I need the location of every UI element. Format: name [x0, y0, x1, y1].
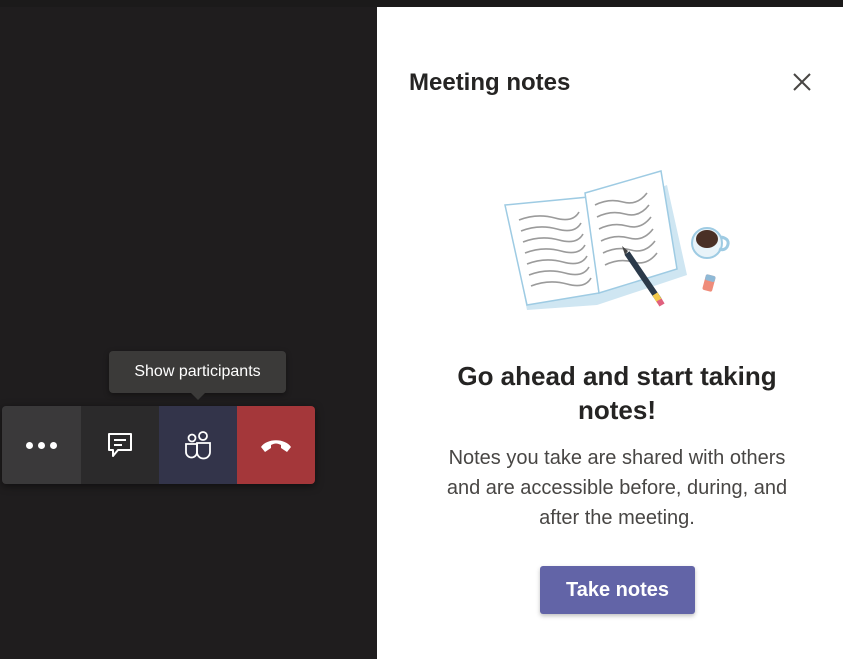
show-participants-button[interactable] — [159, 406, 237, 484]
chat-button[interactable] — [81, 406, 159, 484]
more-actions-button[interactable] — [2, 406, 81, 484]
meeting-stage — [0, 7, 377, 659]
ellipsis-icon — [26, 441, 57, 449]
tooltip-show-participants: Show participants — [109, 351, 286, 400]
top-bar — [0, 0, 843, 7]
notebook-coffee-illustration — [504, 170, 730, 310]
empty-state-description: Notes you take are shared with others an… — [446, 447, 788, 529]
phone-hangup-icon — [261, 440, 291, 452]
chat-icon — [108, 433, 132, 457]
panel-title: Meeting notes — [409, 69, 571, 96]
close-icon[interactable] — [791, 71, 813, 93]
participants-icon — [185, 431, 211, 460]
take-notes-button[interactable]: Take notes — [540, 566, 695, 614]
empty-state-headline: Go ahead and start taking notes! — [457, 361, 777, 425]
hang-up-button[interactable] — [237, 406, 315, 484]
call-control-bar — [2, 406, 315, 484]
meeting-notes-panel: Meeting notes Go ahead and start taking … — [377, 7, 843, 659]
